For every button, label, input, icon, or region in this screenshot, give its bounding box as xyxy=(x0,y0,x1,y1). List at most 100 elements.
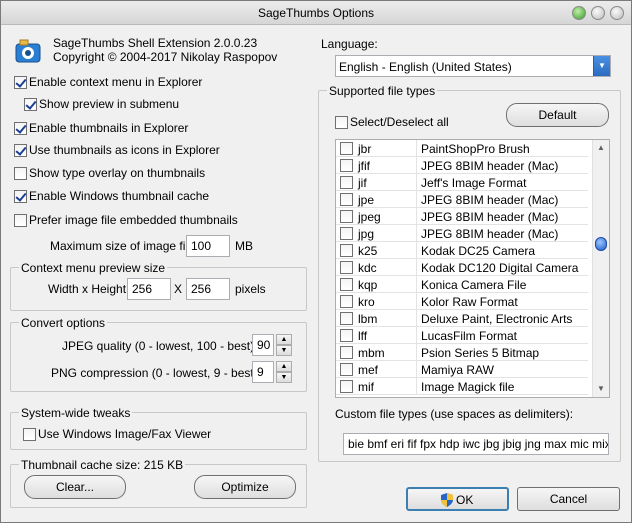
file-type-desc: Image Magick file xyxy=(421,380,515,394)
file-type-row[interactable]: jpe JPEG 8BIM header (Mac) xyxy=(336,191,588,208)
file-type-checkbox[interactable] xyxy=(340,227,353,240)
thumb-cache-label: Enable Windows thumbnail cache xyxy=(29,189,210,203)
thumb-cache-checkbox[interactable] xyxy=(14,190,27,203)
file-type-checkbox[interactable] xyxy=(340,346,353,359)
file-type-ext: kdc xyxy=(358,261,377,275)
file-type-checkbox[interactable] xyxy=(340,261,353,274)
png-compression-label: PNG compression (0 - lowest, 9 - best): xyxy=(51,366,262,380)
preview-height-input[interactable]: 256 xyxy=(186,278,230,300)
file-type-desc: Psion Series 5 Bitmap xyxy=(421,346,540,360)
close-button-icon[interactable] xyxy=(610,6,624,20)
file-type-ext: lff xyxy=(358,329,368,343)
file-type-checkbox[interactable] xyxy=(340,363,353,376)
system-tweaks-title: System-wide tweaks xyxy=(19,406,133,420)
file-type-row[interactable]: jpeg JPEG 8BIM header (Mac) xyxy=(336,208,588,225)
ok-button[interactable]: OK xyxy=(406,487,509,511)
file-type-row[interactable]: lbm Deluxe Paint, Electronic Arts xyxy=(336,310,588,327)
type-overlay-checkbox[interactable] xyxy=(14,167,27,180)
file-type-row[interactable]: mif Image Magick file xyxy=(336,378,588,395)
column-divider xyxy=(416,327,417,344)
file-type-ext: jbr xyxy=(358,142,372,156)
column-divider xyxy=(416,276,417,293)
prefer-embedded-checkbox[interactable] xyxy=(14,214,27,227)
thumbnails-label: Enable thumbnails in Explorer xyxy=(29,121,189,135)
spin-up-icon[interactable]: ▲ xyxy=(276,334,292,345)
file-type-checkbox[interactable] xyxy=(340,210,353,223)
file-types-list[interactable]: jbr PaintShopPro Brush jfif JPEG 8BIM heade… xyxy=(335,139,610,398)
cancel-button[interactable]: Cancel xyxy=(517,487,620,511)
file-type-desc: Jeff's Image Format xyxy=(421,176,527,190)
file-type-desc: Mamiya RAW xyxy=(421,363,494,377)
spin-down-icon[interactable]: ▼ xyxy=(276,345,292,356)
file-type-checkbox[interactable] xyxy=(340,295,353,308)
scroll-down-icon[interactable]: ▼ xyxy=(593,381,609,397)
file-type-checkbox[interactable] xyxy=(340,142,353,155)
context-menu-label: Enable context menu in Explorer xyxy=(29,75,203,89)
column-divider xyxy=(416,378,417,395)
file-type-ext: jpg xyxy=(358,227,375,241)
optimize-cache-button[interactable]: Optimize xyxy=(194,475,296,499)
minimize-button-icon[interactable] xyxy=(591,6,605,20)
file-type-row[interactable]: mbm Psion Series 5 Bitmap xyxy=(336,344,588,361)
show-preview-checkbox[interactable] xyxy=(24,98,37,111)
file-type-ext: jfif xyxy=(358,159,370,173)
file-type-row[interactable]: kqp Konica Camera File xyxy=(336,276,588,293)
file-type-ext: mef xyxy=(358,363,379,377)
custom-types-input[interactable]: bie bmf eri fif fpx hdp iwc jbg jbig jng… xyxy=(343,433,609,455)
zoom-button-icon[interactable] xyxy=(572,6,586,20)
file-type-checkbox[interactable] xyxy=(340,312,353,325)
file-type-checkbox[interactable] xyxy=(340,329,353,342)
thumbs-as-icons-checkbox[interactable] xyxy=(14,144,27,157)
preview-width-input[interactable]: 256 xyxy=(127,278,171,300)
file-type-checkbox[interactable] xyxy=(340,278,353,291)
file-type-row[interactable]: jbr PaintShopPro Brush xyxy=(336,140,588,157)
column-divider xyxy=(416,191,417,208)
file-type-ext: kqp xyxy=(358,278,378,292)
chevron-down-icon[interactable]: ▼ xyxy=(593,56,610,76)
custom-types-label: Custom file types (use spaces as delimit… xyxy=(335,407,574,421)
file-type-checkbox[interactable] xyxy=(340,244,353,257)
title-bar[interactable]: SageThumbs Options xyxy=(1,1,631,25)
file-type-row[interactable]: kro Kolor Raw Format xyxy=(336,293,588,310)
language-select[interactable]: English - English (United States) ▼ xyxy=(335,55,611,77)
copyright: Copyright © 2004-2017 Nikolay Raspopov xyxy=(53,50,278,64)
prefer-embedded-label: Prefer image file embedded thumbnails xyxy=(29,213,238,227)
file-type-desc: JPEG 8BIM header (Mac) xyxy=(421,210,559,224)
scroll-up-icon[interactable]: ▲ xyxy=(593,140,609,156)
file-type-checkbox[interactable] xyxy=(340,193,353,206)
file-type-checkbox[interactable] xyxy=(340,159,353,172)
file-type-row[interactable]: kdc Kodak DC120 Digital Camera xyxy=(336,259,588,276)
file-type-row[interactable]: lff LucasFilm Format xyxy=(336,327,588,344)
jpeg-quality-label: JPEG quality (0 - lowest, 100 - best): xyxy=(62,339,258,353)
size-separator: X xyxy=(174,282,183,296)
spin-up-icon[interactable]: ▲ xyxy=(276,361,292,372)
file-type-row[interactable]: jif Jeff's Image Format xyxy=(336,174,588,191)
jpeg-quality-input[interactable]: 90 xyxy=(252,334,274,356)
png-compression-spinner[interactable]: ▲ ▼ xyxy=(276,361,292,383)
clear-cache-button[interactable]: Clear... xyxy=(24,475,126,499)
file-type-checkbox[interactable] xyxy=(340,380,353,393)
context-preview-title: Context menu preview size xyxy=(19,261,168,275)
default-button[interactable]: Default xyxy=(506,103,609,127)
context-menu-checkbox[interactable] xyxy=(14,76,27,89)
column-divider xyxy=(416,361,417,378)
max-size-input[interactable]: 100 xyxy=(186,235,230,257)
file-type-checkbox[interactable] xyxy=(340,176,353,189)
file-type-desc: LucasFilm Format xyxy=(421,329,518,343)
convert-options-title: Convert options xyxy=(19,316,108,330)
list-scrollbar[interactable]: ▲ ▼ xyxy=(592,140,609,397)
fax-viewer-checkbox[interactable] xyxy=(23,428,36,441)
scroll-thumb[interactable] xyxy=(595,237,607,251)
png-compression-input[interactable]: 9 xyxy=(252,361,274,383)
file-type-row[interactable]: mef Mamiya RAW xyxy=(336,361,588,378)
column-divider xyxy=(416,259,417,276)
file-type-row[interactable]: k25 Kodak DC25 Camera xyxy=(336,242,588,259)
column-divider xyxy=(416,344,417,361)
thumbnails-checkbox[interactable] xyxy=(14,122,27,135)
file-type-row[interactable]: jfif JPEG 8BIM header (Mac) xyxy=(336,157,588,174)
spin-down-icon[interactable]: ▼ xyxy=(276,372,292,383)
select-all-checkbox[interactable] xyxy=(335,116,348,129)
file-type-row[interactable]: jpg JPEG 8BIM header (Mac) xyxy=(336,225,588,242)
jpeg-quality-spinner[interactable]: ▲ ▼ xyxy=(276,334,292,356)
column-divider xyxy=(416,310,417,327)
